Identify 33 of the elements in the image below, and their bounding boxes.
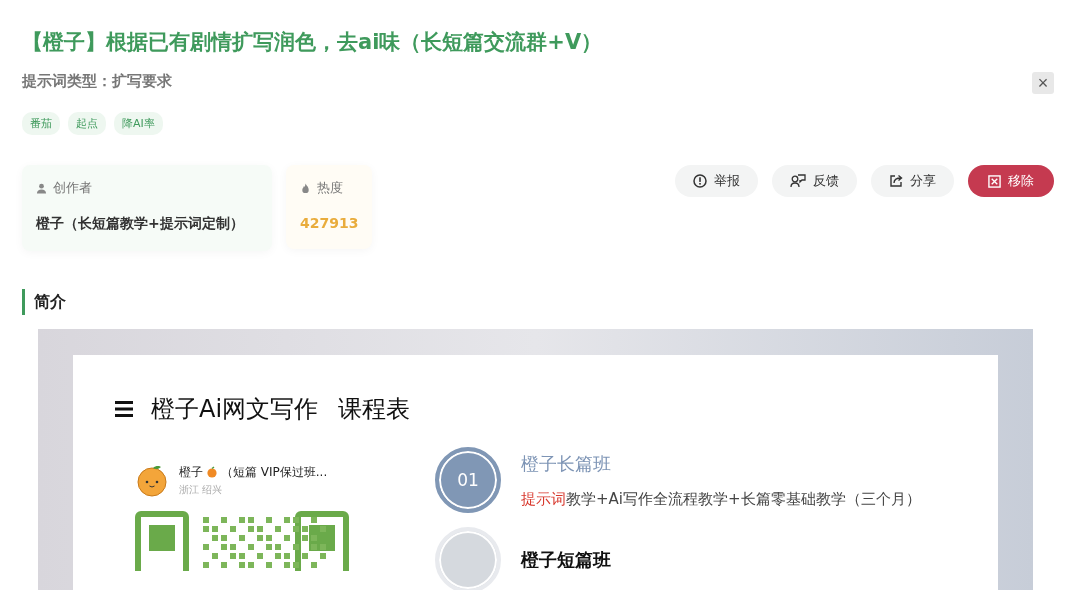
person-icon — [36, 182, 47, 194]
alert-icon — [693, 174, 707, 188]
poster-title: 橙子Ai网文写作 — [151, 394, 319, 425]
course-name: 橙子短篇班 — [521, 548, 611, 572]
poster-subtitle: 课程表 — [338, 394, 411, 425]
fruit-icon — [206, 466, 218, 478]
contact-note: （短篇 VIP保过班... — [221, 463, 328, 481]
remove-button[interactable]: 移除 — [968, 165, 1054, 197]
person-chat-icon — [790, 174, 806, 188]
tag[interactable]: 起点 — [68, 112, 106, 135]
share-icon — [889, 174, 903, 188]
contact-location: 浙江 绍兴 — [179, 482, 224, 497]
report-button[interactable]: 举报 — [675, 165, 758, 197]
prompt-title: 【橙子】根据已有剧情扩写润色，去ai味（长短篇交流群+V） — [22, 29, 603, 56]
menu-icon — [115, 400, 133, 418]
creator-label: 创作者 — [53, 179, 92, 197]
feedback-button[interactable]: 反馈 — [772, 165, 857, 197]
contact-name: 橙子 — [179, 463, 203, 481]
section-title: 简介 — [22, 289, 1054, 315]
tag[interactable]: 番茄 — [22, 112, 60, 135]
remove-icon — [988, 174, 1001, 188]
course-number-circle: 01 — [435, 447, 501, 513]
fruit-avatar-icon — [135, 463, 169, 497]
heat-value: 427913 — [300, 215, 358, 231]
course-name: 橙子长篇班 — [521, 451, 612, 476]
flame-icon — [300, 182, 311, 194]
tag[interactable]: 降AI率 — [114, 112, 163, 135]
course-description: 提示词教学+Ai写作全流程教学+长篇零基础教学（三个月） — [521, 489, 921, 509]
share-button[interactable]: 分享 — [871, 165, 954, 197]
heat-label: 热度 — [317, 179, 343, 197]
creator-name: 橙子（长短篇教学+提示词定制） — [36, 215, 245, 233]
close-button[interactable]: × — [1032, 72, 1054, 94]
prompt-type: 提示词类型：扩写要求 — [22, 72, 173, 91]
